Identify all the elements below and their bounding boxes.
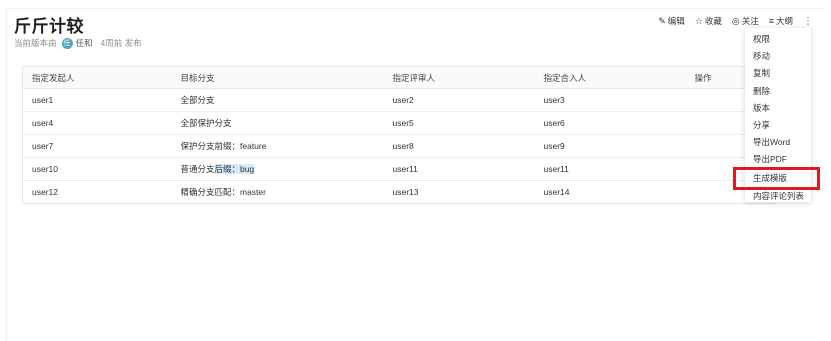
header-initiator: 指定发起人 (22, 66, 172, 89)
cell-reviewer: user5 (383, 111, 535, 135)
menu-item-versions[interactable]: 版本 (745, 100, 811, 117)
cell-reviewer: user2 (383, 88, 535, 112)
cell-merger: user6 (534, 111, 686, 135)
cell-initiator: user1 (22, 88, 172, 112)
cell-merger: user3 (534, 88, 686, 112)
outline-label: 大纲 (775, 16, 793, 26)
table-row: user10 普通分支后缀：bug user11 user11 (22, 157, 776, 181)
table-header-row: 指定发起人 目标分支 指定评审人 指定合入人 操作 (22, 66, 776, 89)
cell-merger: user14 (543, 187, 570, 197)
more-menu-button[interactable]: ⋮ (803, 16, 813, 27)
follow-label: 关注 (741, 16, 759, 26)
table-row: user1 全部分支 user2 user3 (22, 88, 776, 112)
author-name[interactable]: 任和 (76, 37, 93, 49)
cell-reviewer: user8 (383, 134, 535, 158)
menu-item-comment-list[interactable]: 内容评论列表 (745, 188, 811, 205)
outline-button[interactable]: ≡ 大纲 (769, 15, 793, 27)
star-icon: ☆ (694, 15, 703, 26)
edit-button[interactable]: ✎ 编辑 (658, 15, 685, 27)
cell-initiator: user4 (22, 111, 172, 135)
table-row: user7 保护分支前缀：feature user8 user9 (22, 134, 776, 158)
header-target-branch: 目标分支 (171, 66, 384, 89)
cell-merger: user11 (534, 157, 686, 181)
menu-item-move[interactable]: 移动 (745, 48, 811, 65)
edit-label: 编辑 (667, 16, 685, 26)
meta-prefix: 当前版本由 (14, 38, 57, 48)
favorite-label: 收藏 (704, 16, 722, 26)
cell-reviewer: user11 (383, 157, 535, 181)
menu-item-delete[interactable]: 删除 (745, 83, 811, 100)
branch-text: 普通分支 (180, 164, 215, 174)
version-meta: 当前版本由 任 任和 4周前 发布 (14, 37, 142, 49)
table-row: user12 精确分支匹配：master user13 user14 (23, 181, 776, 204)
cell-target-branch: 全部保护分支 (171, 111, 384, 135)
menu-item-permissions[interactable]: 权限 (745, 31, 811, 48)
follow-button[interactable]: ◎ 关注 (732, 15, 759, 27)
eye-icon: ◎ (731, 15, 740, 26)
header-reviewer: 指定评审人 (383, 66, 535, 89)
cell-reviewer: user13 (392, 187, 419, 197)
rules-table: 指定发起人 目标分支 指定评审人 指定合入人 操作 user1 全部分支 use… (22, 66, 776, 204)
cell-target-branch: 精确分支匹配：master (180, 187, 266, 197)
doc-toolbar: ✎ 编辑 ☆ 收藏 ◎ 关注 ≡ 大纲 ⋮ (648, 15, 813, 27)
cell-initiator: user7 (22, 134, 172, 158)
cell-initiator: user10 (22, 157, 172, 181)
avatar[interactable]: 任 (61, 37, 73, 49)
publish-time: 4周前 发布 (100, 38, 142, 48)
menu-item-share[interactable]: 分享 (745, 117, 811, 134)
more-dropdown-menu: 权限 移动 复制 删除 版本 分享 导出Word 导出PDF 生成模版 内容评论… (733, 28, 820, 205)
menu-item-generate-template[interactable]: 生成模版 (733, 166, 820, 190)
page-title: 斤斤计较 (14, 17, 84, 36)
menu-item-export-pdf[interactable]: 导出PDF (745, 151, 811, 168)
list-icon: ≡ (768, 16, 774, 26)
selected-text: 后缀：bug (214, 164, 255, 174)
favorite-button[interactable]: ☆ 收藏 (695, 15, 722, 27)
cell-initiator: user12 (32, 187, 58, 197)
table-row: user4 全部保护分支 user5 user6 (22, 111, 776, 135)
pencil-icon: ✎ (658, 15, 666, 26)
cell-target-branch: 普通分支后缀：bug (171, 157, 384, 181)
cell-merger: user9 (534, 134, 686, 158)
cell-target-branch: 保护分支前缀：feature (171, 134, 384, 158)
cell-target-branch: 全部分支 (171, 88, 384, 112)
header-merger: 指定合入人 (534, 66, 686, 89)
menu-item-export-word[interactable]: 导出Word (745, 134, 811, 151)
menu-item-copy[interactable]: 复制 (745, 65, 811, 82)
